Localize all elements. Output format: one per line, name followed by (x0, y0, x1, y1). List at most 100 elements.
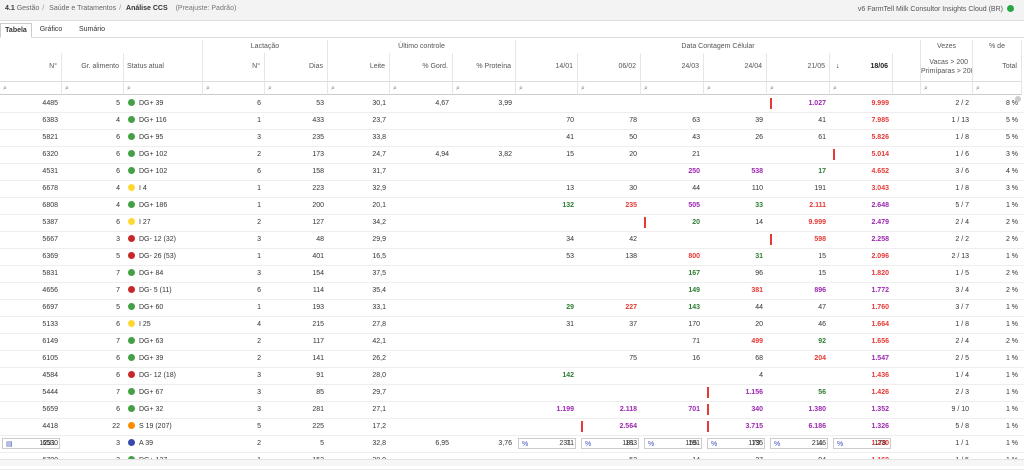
table-row[interactable]: 4584 6 DG- 12 (18) 3 91 28,0 142 4 1.436 1 / 4 1 % (0, 367, 1024, 385)
value-prot: 3,82 (498, 151, 512, 158)
table-row[interactable]: 5831 7 DG+ 84 3 154 37,5 167 96 15 1.820 1 / 5 2 % (0, 265, 1024, 283)
percent-icon: % (522, 441, 529, 448)
tab-grafico[interactable]: Gráfico (32, 23, 70, 36)
breadcrumb-item-saude[interactable]: Saúde e Tratamentos (49, 5, 116, 12)
table-row[interactable]: 5387 6 I 27 2 127 34,2 20 14 9.999 2.479 2 / 4 2 % (0, 214, 1024, 232)
cell-lact: 5 (203, 418, 265, 435)
cell-prot (453, 384, 516, 401)
cell-d2 (578, 163, 641, 180)
table-row[interactable]: 5821 6 DG+ 95 3 235 33,8 41 50 43 26 61 5.826 1 / 8 5… (0, 129, 1024, 147)
filter-prot[interactable]: ⌕ (453, 81, 516, 95)
col-header-prot[interactable]: % Proteína (453, 53, 516, 81)
percent-icon: % (774, 441, 781, 448)
breadcrumb-item-gestao[interactable]: Gestão (17, 5, 40, 12)
value-d3: 250 (688, 168, 700, 175)
filter-gord[interactable]: ⌕ (390, 81, 453, 95)
cell-dias: 401 (265, 248, 328, 265)
cell-lact: 2 (203, 333, 265, 350)
filter-leite[interactable]: ⌕ (328, 81, 390, 95)
col-header-dias[interactable]: Dias (265, 53, 328, 81)
filter-d5[interactable]: ⌕ (767, 81, 830, 95)
col-header-vezes[interactable]: Vacas > 200 Primíparas > 200 (921, 53, 973, 81)
col-header-gord[interactable]: % Gord. (390, 53, 453, 81)
filter-vezes[interactable]: ⌕ (921, 81, 973, 95)
cell-leite: 28,0 (328, 367, 390, 384)
filter-d1[interactable]: ⌕ (516, 81, 578, 95)
col-header-status[interactable]: Status atual (124, 53, 203, 81)
cell-num: 5387 (0, 214, 62, 231)
table-row[interactable]: 6808 4 DG+ 186 1 200 20,1 132 235 505 33 2.111 2.64… (0, 197, 1024, 215)
cell-dias: 225 (265, 418, 328, 435)
cell-d3: 800 (641, 248, 704, 265)
table-row[interactable]: 5659 6 DG+ 32 3 281 27,1 1.199 2.118 701 340 1.380… (0, 401, 1024, 419)
cell-vezes: 1 / 13 (921, 112, 973, 129)
filter-num[interactable]: ⌕ (0, 81, 62, 95)
col-header-d5[interactable]: 21/05 (767, 53, 830, 81)
value-pct: 5 % (1005, 117, 1018, 124)
search-icon: ⌕ (644, 85, 648, 92)
table-row[interactable]: 6383 4 DG+ 116 1 433 23,7 70 78 63 39 41 7.985 1 / 1… (0, 112, 1024, 130)
cell-dias: 281 (265, 401, 328, 418)
cell-leite: 26,2 (328, 350, 390, 367)
tab-tabela[interactable]: Tabela (0, 23, 32, 38)
value-num: 4418 (42, 423, 58, 430)
table-row[interactable]: 6149 7 DG+ 63 2 117 42,1 71 499 92 1.656 2 / 4 2 % (0, 333, 1024, 351)
status-dot-icon (128, 286, 135, 293)
cell-pct: 1 % (973, 316, 1022, 333)
cell-pct: 1 % (973, 350, 1022, 367)
col-header-lact[interactable]: N° (203, 53, 265, 81)
value-d5: 46 (818, 321, 826, 328)
filter-dias[interactable]: ⌕ (265, 81, 328, 95)
table-row[interactable]: 6320 6 DG+ 102 2 173 24,7 4,94 3,82 15 20 21 5.014 1… (0, 146, 1024, 164)
col-header-total[interactable]: Total (973, 53, 1022, 81)
table-row[interactable]: 6105 6 DG+ 39 2 141 26,2 75 16 68 204 1.547 2 / 5 1 … (0, 350, 1024, 368)
value-d4: 1.156 (745, 389, 763, 396)
table-row[interactable]: 4418 22 S 19 (207) 5 225 17,2 2.564 3.715 6.186 1… (0, 418, 1024, 436)
col-header-d2[interactable]: 06/02 (578, 53, 641, 81)
tab-sumario[interactable]: Sumário (72, 23, 112, 36)
filter-status[interactable]: ⌕ (124, 81, 203, 95)
table-row[interactable]: 5667 3 DG- 12 (32) 3 48 29,9 34 42 598 2.258 2 / 2… (0, 231, 1024, 249)
col-header-num[interactable]: N° (0, 53, 62, 81)
cell-d1 (516, 282, 578, 299)
table-row[interactable]: 4656 7 DG- 5 (11) 6 114 35,4 149 381 896 1.772 3 /… (0, 282, 1024, 300)
filter-d2[interactable]: ⌕ (578, 81, 641, 95)
col-header-d4[interactable]: 24/04 (704, 53, 767, 81)
value-d1: 142 (562, 372, 574, 379)
col-header-d1[interactable]: 14/01 (516, 53, 578, 81)
table-row[interactable]: 4485 5 DG+ 39 6 53 30,1 4,67 3,99 1.027 9.999 2 / … (0, 95, 1024, 113)
cell-pct: 3 % (973, 180, 1022, 197)
filter-d6[interactable]: ⌕ (830, 81, 893, 95)
cell-status: DG+ 84 (124, 265, 203, 282)
filter-pct[interactable]: ⌕ (973, 81, 1022, 95)
filter-lact[interactable]: ⌕ (203, 81, 265, 95)
table-row[interactable]: 6697 5 DG+ 60 1 193 33,1 29 227 143 44 47 1.760 3 / … (0, 299, 1024, 317)
col-header-gr[interactable]: Gr. alimento (62, 53, 124, 81)
table-row[interactable]: 6678 4 I 4 1 223 32,9 13 30 44 110 191 3.043 1 / 8 3 … (0, 180, 1024, 198)
search-icon: ⌕ (331, 85, 335, 92)
status-text: DG+ 102 (139, 151, 168, 158)
cell-d4: 96 (704, 265, 767, 282)
filter-d3[interactable]: ⌕ (641, 81, 704, 95)
table-row[interactable]: 5444 7 DG+ 67 3 85 29,7 1.156 56 1.426 2 / 3 1 % (0, 384, 1024, 402)
filter-gr[interactable]: ⌕ (62, 81, 124, 95)
value-vezes: 1 / 8 (955, 321, 969, 328)
preset-label[interactable]: (Preajuste: Padrão) (176, 5, 237, 12)
search-icon: ⌕ (65, 85, 69, 92)
col-header-d6[interactable]: ↓ 18/06 (830, 53, 893, 81)
value-gr: 6 (116, 219, 120, 226)
filter-d4[interactable]: ⌕ (704, 81, 767, 95)
scrollbar-thumb[interactable] (1015, 96, 1021, 102)
cell-lact: 3 (203, 265, 265, 282)
value-num: 5387 (42, 219, 58, 226)
col-header-leite[interactable]: Leite (328, 53, 390, 81)
table-row[interactable]: 4531 6 DG+ 102 6 158 31,7 250 538 17 4.652 3 / 6 4 … (0, 163, 1024, 181)
cell-gord (390, 265, 453, 282)
cell-d3: 505 (641, 197, 704, 214)
col-header-d3[interactable]: 24/03 (641, 53, 704, 81)
table-row[interactable]: 5133 6 I 25 4 215 27,8 31 37 170 20 46 1.664 1 / 8 1 … (0, 316, 1024, 334)
cell-d5: 47 (767, 299, 830, 316)
cell-vezes: 2 / 4 (921, 333, 973, 350)
cell-vezes: 1 / 6 (921, 146, 973, 163)
table-row[interactable]: 6369 5 DG- 26 (53) 1 401 16,5 53 138 800 31 15 2.09… (0, 248, 1024, 266)
